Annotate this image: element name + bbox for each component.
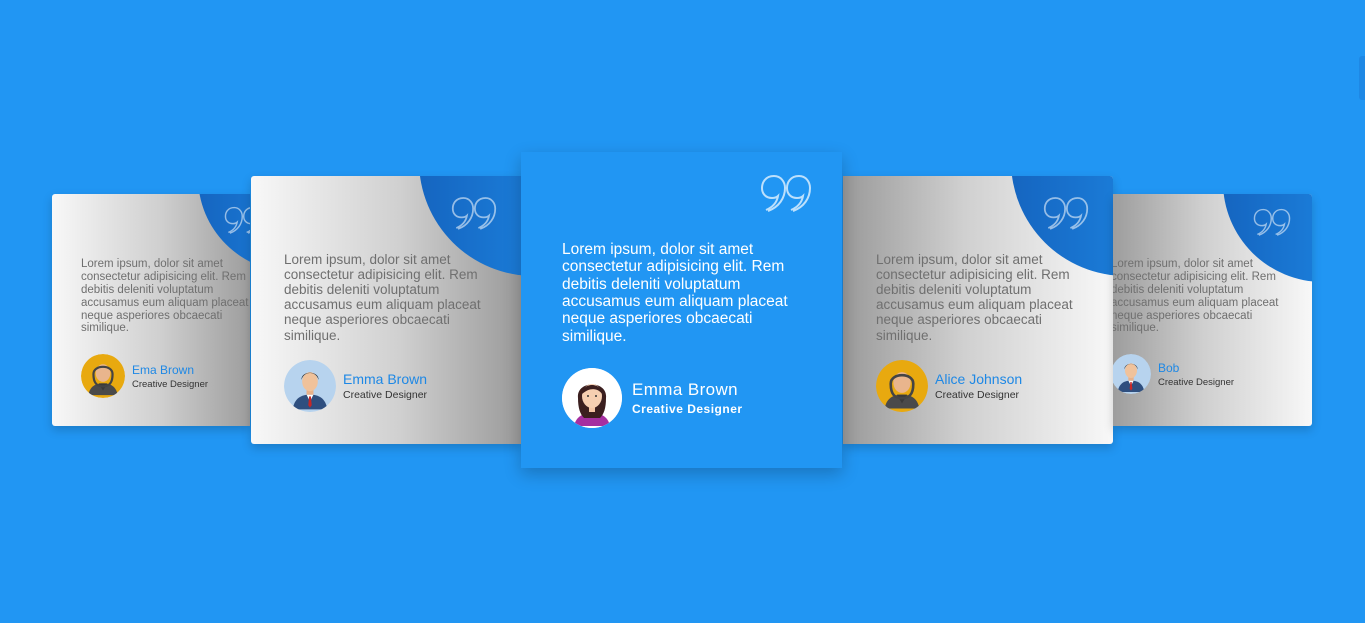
author-name: Emma Brown [632,380,739,399]
scroll-edge-tab[interactable] [1359,56,1365,100]
author-name: Ema Brown [132,362,195,377]
author-role: Creative Designer [632,402,743,416]
author: Ema Brown Creative Designer [81,354,208,398]
testimonial-text: Lorem ipsum, dolor sit amet consectetur … [284,252,481,343]
testimonial-text: Lorem ipsum, dolor sit amet consectetur … [562,241,788,345]
author: Alice Johnson Creative Designer [876,360,1022,412]
man-hoodie-avatar-icon [876,360,928,412]
testimonial-card-left[interactable]: Lorem ipsum, dolor sit amet consectetur … [251,176,521,444]
author-role: Creative Designer [132,378,209,390]
author-role: Creative Designer [1158,376,1235,388]
author-name: Bob [1158,360,1180,375]
quote-icon [1253,208,1291,236]
testimonial-card-far-right[interactable]: Lorem ipsum, dolor sit amet consectetur … [1113,194,1312,426]
man-suit-avatar-icon [1113,354,1151,394]
quote-icon [451,196,497,230]
quote-icon [224,206,250,234]
quote-icon [1043,196,1089,230]
quote-icon [760,174,812,212]
testimonial-text: Lorem ipsum, dolor sit amet consectetur … [81,258,249,335]
testimonial-card-far-left[interactable]: Lorem ipsum, dolor sit amet consectetur … [52,194,250,426]
testimonial-card-right[interactable]: Lorem ipsum, dolor sit amet consectetur … [843,176,1113,444]
woman-avatar-icon [562,368,622,428]
author: Bob Creative Designer [1113,354,1234,394]
man-hoodie-avatar-icon [81,354,125,398]
author-name: Alice Johnson [935,371,1023,387]
testimonial-text: Lorem ipsum, dolor sit amet consectetur … [1113,258,1279,335]
author: Emma Brown Creative Designer [284,360,427,412]
man-suit-avatar-icon [284,360,336,412]
author-role: Creative Designer [935,389,1020,401]
author: Emma Brown Creative Designer [562,368,743,428]
author-name: Emma Brown [343,371,428,387]
author-role: Creative Designer [343,389,428,401]
testimonial-text: Lorem ipsum, dolor sit amet consectetur … [876,252,1073,343]
testimonial-card-active[interactable]: Lorem ipsum, dolor sit amet consectetur … [521,152,842,468]
